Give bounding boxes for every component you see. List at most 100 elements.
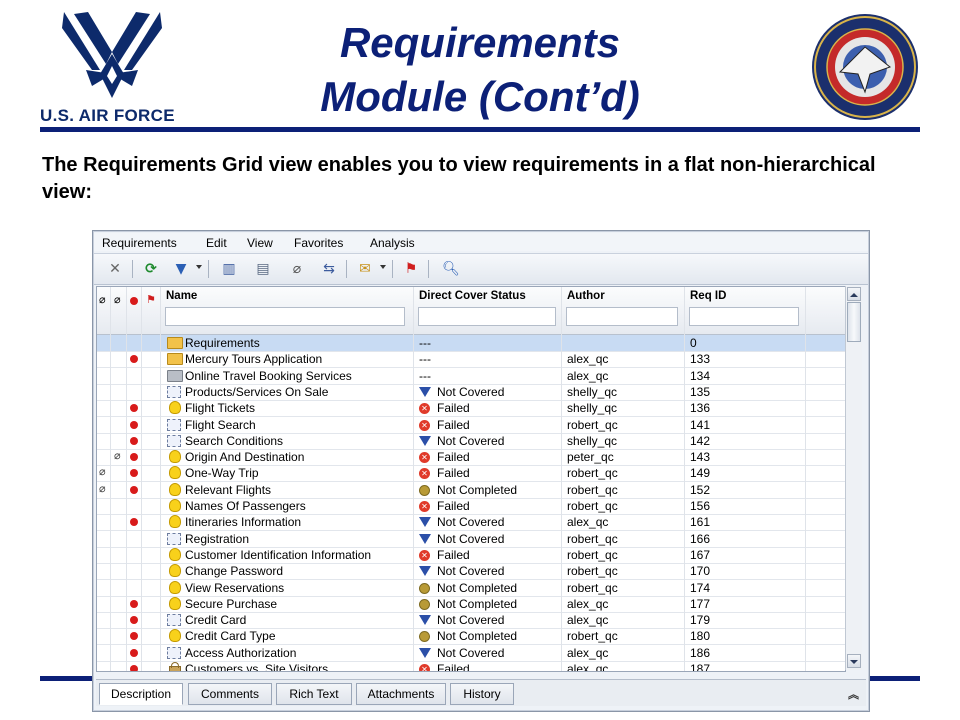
tab-description[interactable]: Description [99, 683, 183, 705]
table-row[interactable]: View Reservations Not Completed robert_qc 1… [97, 580, 845, 597]
status-filter-input[interactable] [418, 307, 556, 326]
alert-icon[interactable] [130, 616, 138, 625]
scroll-thumb[interactable] [847, 302, 861, 342]
table-row[interactable]: Requirements --- 0 [97, 335, 845, 352]
link-column-header[interactable]: ⌀ [111, 287, 127, 334]
alert-icon[interactable] [130, 404, 138, 413]
table-row[interactable]: ⌀ Origin And Destination ✕ Failed peter_qc 14… [97, 449, 845, 467]
table-row[interactable]: Credit Card Type Not Completed robert_qc 18… [97, 628, 845, 646]
alert-icon[interactable] [130, 665, 138, 671]
alert-column-header[interactable] [127, 287, 142, 334]
flag-icon[interactable]: ⚑ [400, 258, 422, 280]
tab-comments[interactable]: Comments [188, 683, 272, 705]
tab-attachments[interactable]: Attachments [356, 683, 446, 705]
attachment-icon[interactable]: ⌀ [99, 465, 106, 478]
menu-favorites[interactable]: Favorites [294, 236, 343, 250]
table-row[interactable]: Itineraries Information Not Covered alex_q… [97, 514, 845, 532]
req-status: Not Covered [419, 532, 559, 547]
attachment-icon: ⌀ [99, 293, 106, 306]
table-row[interactable]: Change Password Not Covered robert_qc 170 [97, 563, 845, 581]
link-icon[interactable]: ⌀ [114, 449, 121, 462]
table-row[interactable]: Names Of Passengers ✕ Failed robert_qc 156 [97, 498, 845, 515]
status-nc-icon [419, 517, 431, 528]
table-row[interactable]: Flight Tickets ✕ Failed shelly_qc 136 [97, 400, 845, 418]
table-row[interactable]: Flight Search ✕ Failed robert_qc 141 [97, 417, 845, 434]
mail-dropdown-chevron-icon[interactable] [380, 265, 386, 269]
table-row[interactable]: Search Conditions Not Covered shelly_qc 142 [97, 433, 845, 450]
scroll-up-button[interactable] [847, 287, 861, 301]
alert-icon[interactable] [130, 599, 138, 608]
req-author: alex_qc [567, 352, 609, 367]
req-author: robert_qc [567, 417, 618, 432]
name-filter-input[interactable] [165, 307, 405, 326]
table-row[interactable]: ⌀ One-Way Trip ✕ Failed robert_qc 149 [97, 465, 845, 483]
req-name: View Reservations [185, 580, 285, 595]
alert-icon[interactable] [130, 453, 138, 462]
filter-dropdown-chevron-icon[interactable] [196, 265, 202, 269]
collapse-panel-icon[interactable]: ︽ [848, 686, 859, 702]
flag-column-header[interactable]: ⚑ [142, 287, 161, 334]
reqid-filter-input[interactable] [689, 307, 799, 326]
alert-icon[interactable] [130, 469, 138, 478]
table-row[interactable]: ⌀ Relevant Flights Not Completed robert_qc 1… [97, 482, 845, 499]
menu-view[interactable]: View [247, 236, 273, 250]
convert-icon[interactable]: ⇆ [318, 258, 340, 280]
name-column-header[interactable]: Name [161, 287, 414, 334]
alert-icon[interactable] [130, 518, 138, 527]
req-name: Flight Search [185, 417, 256, 432]
tab-rich-text[interactable]: Rich Text [276, 683, 352, 705]
req-id: 187 [690, 662, 711, 672]
req-status: ✕ Failed [419, 499, 559, 514]
status-column-header[interactable]: Direct Cover Status [414, 287, 562, 334]
alert-icon[interactable] [130, 632, 138, 641]
req-status: --- [419, 369, 559, 384]
table-row[interactable]: Customer Identification Information ✕ Fail… [97, 547, 845, 564]
toolbar-separator [346, 260, 347, 278]
columns-icon[interactable]: ▥ [218, 258, 240, 280]
alert-icon[interactable] [130, 648, 138, 657]
req-status: Not Covered [419, 434, 559, 449]
mail-icon[interactable]: ✉ [354, 258, 376, 280]
scroll-down-button[interactable] [847, 654, 861, 668]
table-row[interactable]: Customers vs. Site Visitors ✕ Failed alex_q… [97, 661, 845, 672]
tab-history[interactable]: History [450, 683, 514, 705]
menu-analysis[interactable]: Analysis [370, 236, 415, 250]
attachment-icon[interactable]: ⌀ [99, 482, 106, 495]
bulb-icon [169, 499, 181, 512]
author-filter-input[interactable] [566, 307, 678, 326]
author-column-header[interactable]: Author [562, 287, 685, 334]
req-status-label: Not Covered [437, 433, 505, 448]
filter-icon[interactable]: ▼ [170, 258, 192, 280]
table-row[interactable]: Credit Card Not Covered alex_qc 179 [97, 612, 845, 630]
grid-scrollbar[interactable] [845, 286, 862, 670]
req-status: Not Completed [419, 597, 559, 612]
table-row[interactable]: Registration Not Covered robert_qc 166 [97, 531, 845, 548]
alert-icon[interactable] [130, 436, 138, 445]
table-row[interactable]: Products/Services On Sale Not Covered shel… [97, 384, 845, 401]
alert-icon[interactable] [130, 355, 138, 364]
req-id: 156 [690, 499, 711, 513]
bulb-icon [169, 515, 181, 529]
delete-icon[interactable]: ✕ [104, 258, 126, 280]
table-row[interactable]: Access Authorization Not Covered alex_qc 18… [97, 645, 845, 662]
menu-requirements[interactable]: Requirements [102, 236, 177, 250]
requirements-window: Requirements Edit View Favorites Analysi… [92, 230, 870, 712]
bulb-icon [169, 450, 181, 464]
req-id: 170 [690, 564, 711, 579]
table-row[interactable]: Mercury Tours Application --- alex_qc 133 [97, 351, 845, 369]
alert-icon[interactable] [130, 420, 138, 429]
attachment-column-header[interactable]: ⌀ [97, 287, 111, 334]
req-status-label: Failed [437, 450, 470, 465]
reqid-column-header[interactable]: Req ID [685, 287, 806, 334]
alert-icon[interactable] [130, 485, 138, 494]
req-name: Mercury Tours Application [185, 352, 323, 367]
table-row[interactable]: Secure Purchase Not Completed alex_qc 177 [97, 596, 845, 613]
edit-icon[interactable]: ▤ [252, 258, 274, 280]
table-row[interactable]: Online Travel Booking Services --- alex_qc… [97, 368, 845, 385]
req-status: ✕ Failed [419, 548, 559, 563]
menu-edit[interactable]: Edit [206, 236, 227, 250]
intro-text: The Requirements Grid view enables you t… [42, 154, 876, 203]
find-icon[interactable]: 🔍︎ [440, 258, 462, 280]
refresh-icon[interactable]: ⟳ [140, 258, 162, 280]
attachment-icon[interactable]: ⌀ [286, 258, 308, 280]
